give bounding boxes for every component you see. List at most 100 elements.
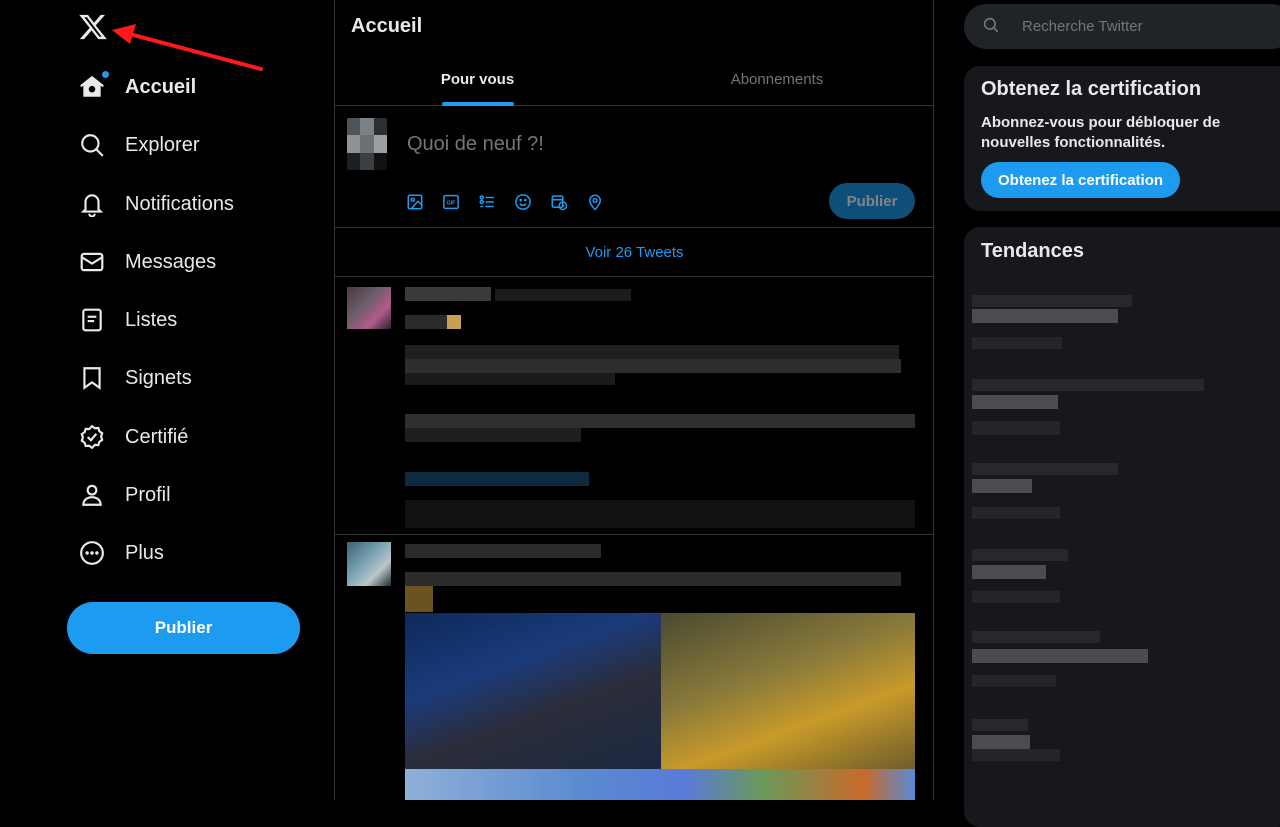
tweet-text-redacted [405, 345, 899, 359]
envelope-icon [78, 248, 106, 276]
nav-label: Profil [125, 483, 171, 506]
tweet-text-redacted [405, 414, 915, 428]
nav-label: Listes [125, 308, 178, 331]
trend-item[interactable] [964, 539, 1280, 623]
unread-dot [102, 71, 109, 78]
trend-item[interactable] [964, 623, 1280, 707]
right-sidebar: Obtenez la certification Abonnez-vous po… [934, 0, 1280, 827]
svg-text:GIF: GIF [447, 201, 457, 207]
x-logo-icon[interactable] [78, 12, 108, 42]
media-image-redacted[interactable] [661, 613, 915, 773]
emoji-redacted [447, 315, 461, 329]
trend-context-redacted [972, 379, 1204, 391]
home-icon [78, 71, 109, 101]
trend-count-redacted [972, 675, 1056, 687]
publish-button[interactable]: Publier [67, 602, 300, 654]
tweet-actions-redacted [405, 500, 915, 528]
trend-name-redacted [972, 479, 1032, 493]
get-certification-button[interactable]: Obtenez la certification [981, 162, 1181, 198]
page-title: Accueil [351, 15, 423, 37]
avatar[interactable] [347, 118, 387, 170]
compose-publish-button[interactable]: Publier [829, 183, 915, 219]
emoji-icon[interactable] [513, 192, 533, 212]
left-navigation: Accueil Explorer Notifications Messages … [0, 0, 334, 800]
trend-context-redacted [972, 295, 1132, 307]
trend-name-redacted [972, 395, 1058, 409]
trend-item[interactable] [964, 287, 1280, 371]
poll-icon[interactable] [477, 192, 497, 212]
tweet[interactable] [335, 536, 934, 800]
nav-label: Signets [125, 366, 192, 389]
trend-context-redacted [972, 631, 1100, 643]
emoji-redacted [405, 586, 433, 612]
timeline-tabs: Pour vous Abonnements [335, 53, 934, 106]
search-bar[interactable] [964, 4, 1280, 49]
nav-label: Accueil [125, 75, 197, 98]
nav-label: Plus [125, 541, 164, 564]
more-circle-icon [78, 539, 106, 567]
trend-context-redacted [972, 719, 1028, 731]
nav-item-signets[interactable]: Signets [78, 353, 192, 403]
compose-input[interactable] [405, 130, 805, 158]
trends-card: Tendances [964, 227, 1280, 827]
avatar[interactable] [347, 287, 391, 329]
tab-pour-vous[interactable]: Pour vous [335, 53, 620, 106]
author-name-redacted [405, 287, 491, 301]
search-input[interactable] [1020, 14, 1270, 38]
show-new-tweets[interactable]: Voir 26 Tweets [335, 228, 934, 277]
trend-item[interactable] [964, 707, 1280, 791]
certification-card: Obtenez la certification Abonnez-vous po… [964, 66, 1280, 211]
location-icon[interactable] [585, 192, 605, 212]
trend-name-redacted [972, 735, 1030, 749]
image-icon[interactable] [405, 192, 425, 212]
tweet-text-redacted [405, 359, 901, 373]
nav-item-plus[interactable]: Plus [78, 528, 164, 578]
tab-label: Pour vous [440, 71, 515, 88]
nav-label: Certifié [125, 425, 189, 448]
author-handle-redacted [495, 289, 631, 301]
tweet-composer: GIF Publier [335, 106, 934, 228]
nav-item-notifications[interactable]: Notifications [78, 179, 234, 229]
bell-icon [78, 190, 106, 218]
trend-name-redacted [972, 565, 1046, 579]
trend-count-redacted [972, 591, 1060, 603]
trend-count-redacted [972, 507, 1060, 519]
tweet-text-redacted [405, 373, 615, 385]
trend-item[interactable] [964, 371, 1280, 455]
nav-label: Notifications [125, 192, 234, 215]
certification-title: Obtenez la certification [981, 78, 1202, 100]
search-icon [982, 16, 1002, 36]
search-icon [78, 131, 106, 159]
nav-item-messages[interactable]: Messages [78, 237, 216, 287]
author-name-redacted [405, 544, 601, 558]
nav-item-listes[interactable]: Listes [78, 295, 177, 345]
nav-item-profil[interactable]: Profil [78, 470, 171, 520]
bookmark-icon [78, 364, 106, 392]
list-icon [78, 306, 106, 334]
trend-context-redacted [972, 549, 1068, 561]
media-image-redacted[interactable] [405, 613, 661, 773]
tab-abonnements[interactable]: Abonnements [620, 53, 934, 106]
schedule-icon[interactable] [549, 192, 569, 212]
link-redacted [405, 472, 589, 486]
nav-item-explorer[interactable]: Explorer [78, 120, 199, 170]
trend-count-redacted [972, 337, 1062, 349]
trend-item[interactable] [964, 455, 1280, 539]
media-image-redacted[interactable] [405, 769, 915, 800]
tab-label: Abonnements [730, 71, 824, 88]
trends-title: Tendances [981, 240, 1084, 262]
verified-icon [78, 423, 106, 451]
trend-name-redacted [972, 649, 1148, 663]
nav-item-certifie[interactable]: Certifié [78, 412, 188, 462]
nav-item-accueil[interactable]: Accueil [78, 62, 196, 112]
gif-icon[interactable]: GIF [441, 192, 461, 212]
trend-name-redacted [972, 309, 1118, 323]
trend-context-redacted [972, 463, 1118, 475]
main-timeline: Accueil Pour vous Abonnements GIF [334, 0, 934, 800]
tweet[interactable] [335, 277, 934, 535]
person-icon [78, 481, 106, 509]
tweet-text-redacted [405, 428, 581, 442]
tweet-text-redacted [405, 572, 901, 586]
avatar[interactable] [347, 542, 391, 586]
nav-label: Explorer [125, 133, 200, 156]
